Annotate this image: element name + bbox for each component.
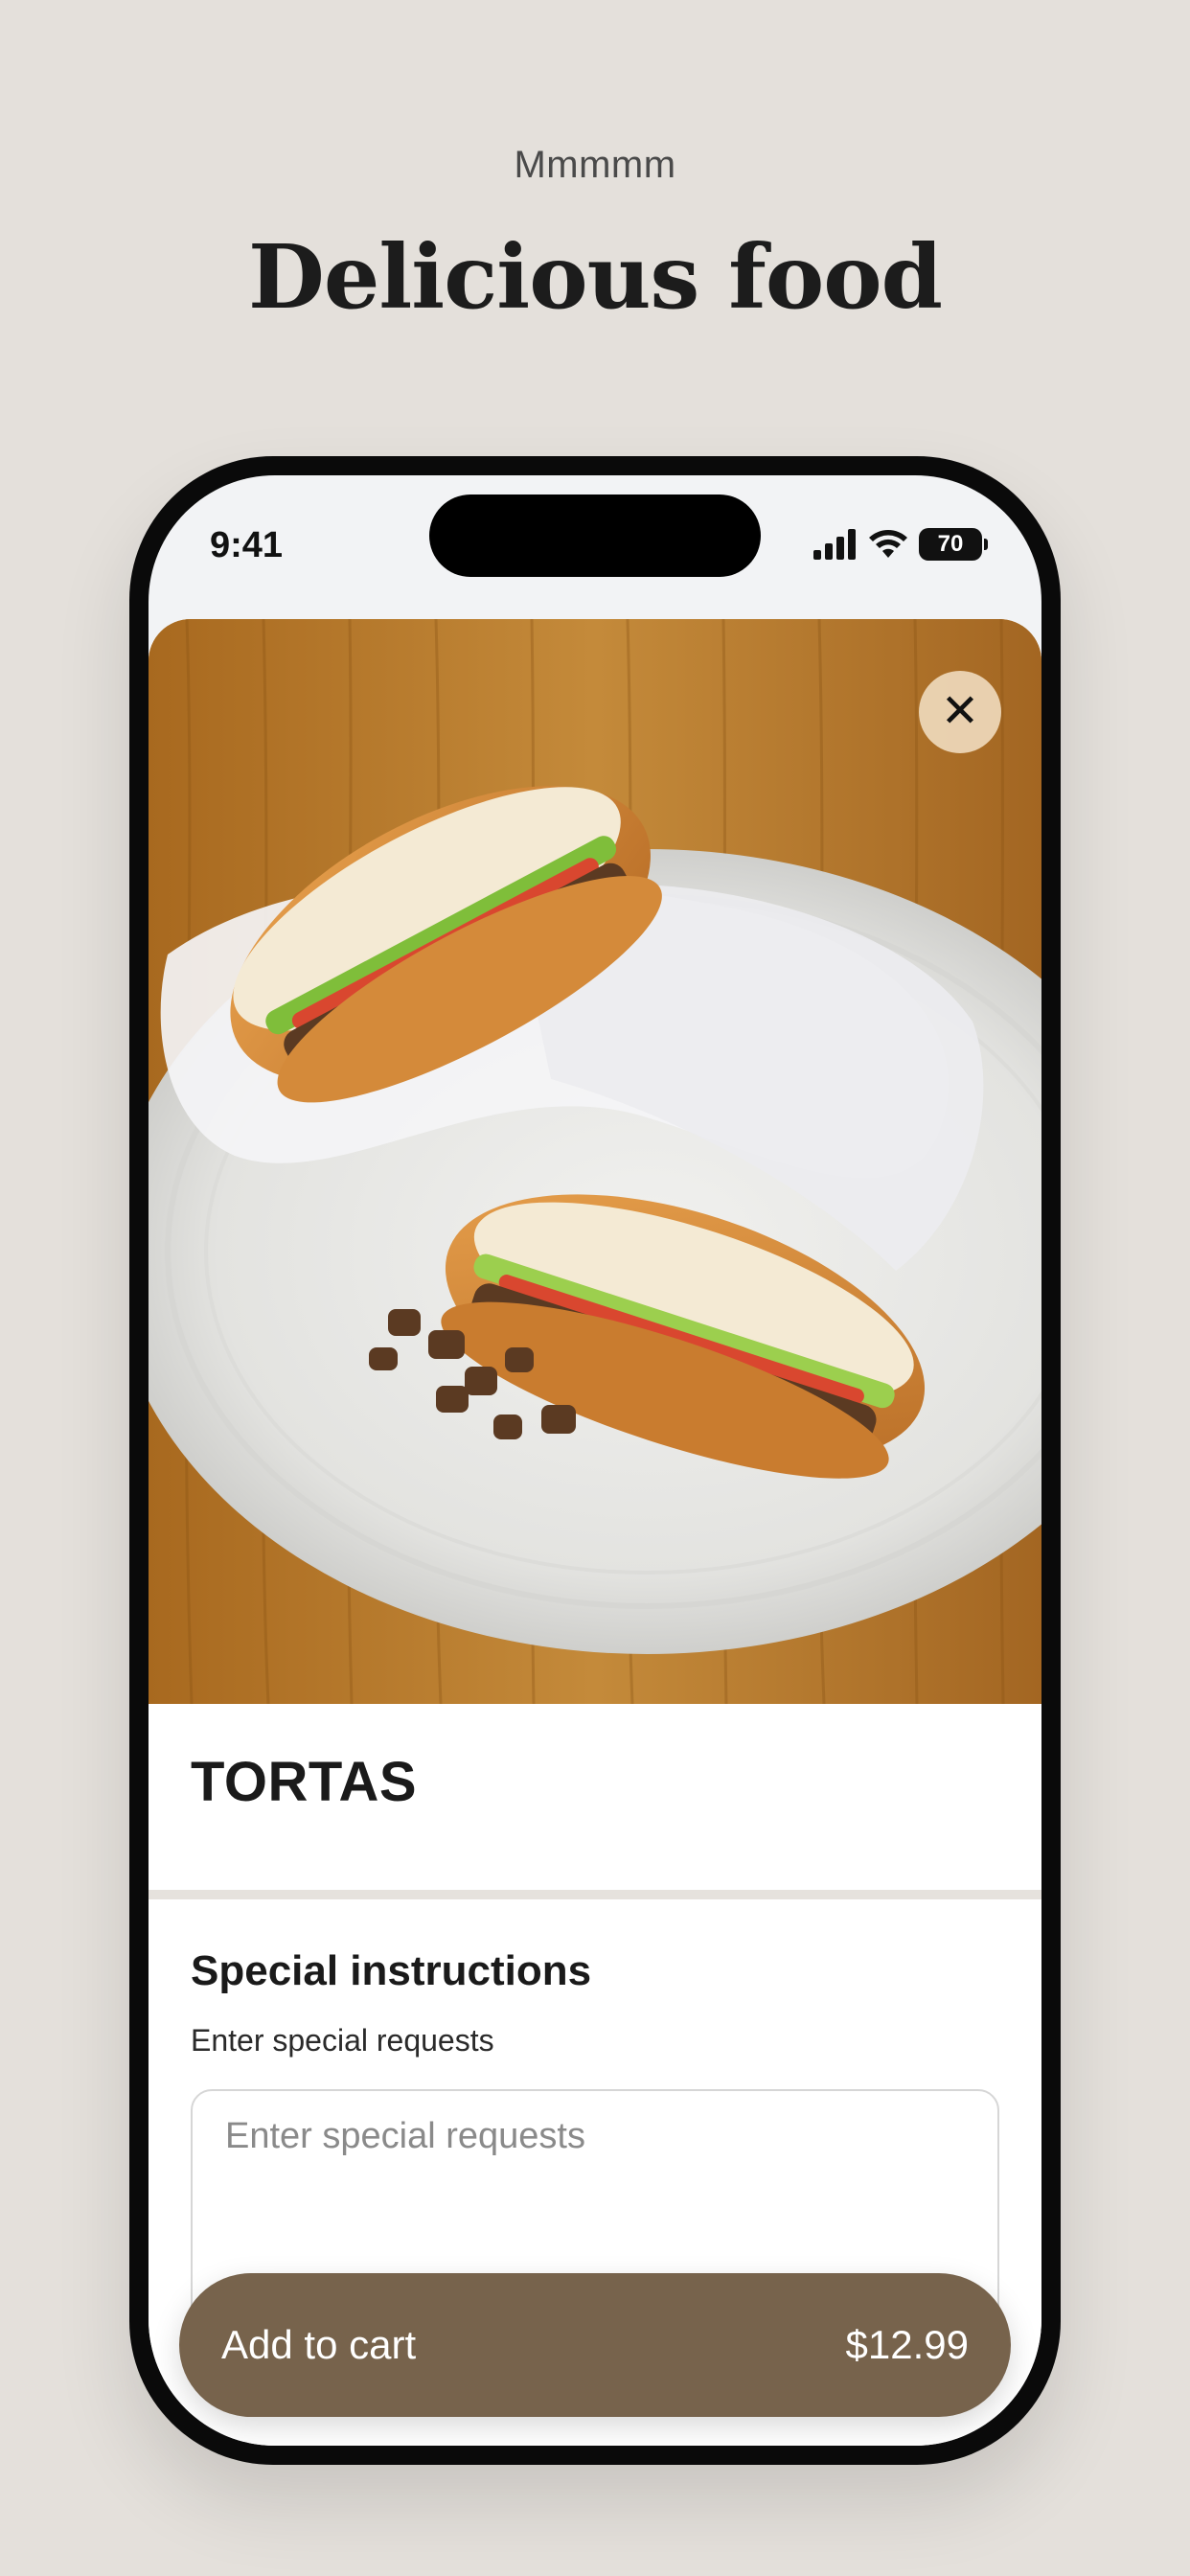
add-to-cart-label: Add to cart — [221, 2322, 417, 2367]
special-instructions-subtitle: Enter special requests — [191, 2023, 494, 2058]
wifi-icon — [869, 530, 907, 558]
special-instructions-title: Special instructions — [191, 1947, 592, 1994]
battery-icon: 70 — [919, 528, 988, 561]
add-to-cart-button[interactable]: Add to cart $12.99 — [179, 2273, 1011, 2417]
section-divider — [149, 1890, 1041, 1899]
cart-price: $12.99 — [845, 2322, 969, 2367]
promo-eyebrow: Mmmmm — [514, 144, 676, 186]
torta-sandwich-photo — [149, 619, 1041, 1704]
close-button[interactable]: ✕ — [919, 671, 1001, 753]
status-bar: 9:41 70 — [149, 475, 1041, 619]
promo-title: Delicious food — [248, 225, 943, 329]
item-title: TORTAS — [191, 1751, 418, 1813]
item-image: ✕ — [149, 619, 1041, 1704]
phone-screen: 9:41 70 ✕ TORTAS Special instructions En… — [149, 475, 1041, 2446]
status-time: 9:41 — [210, 525, 284, 565]
item-detail-sheet: ✕ TORTAS Special instructions Enter spec… — [149, 619, 1041, 2446]
phone-frame: 9:41 70 ✕ TORTAS Special instructions En… — [129, 456, 1061, 2465]
dynamic-island — [429, 494, 761, 577]
cellular-signal-icon — [813, 529, 856, 560]
status-icons: 70 — [813, 525, 988, 564]
close-icon: ✕ — [940, 686, 980, 737]
